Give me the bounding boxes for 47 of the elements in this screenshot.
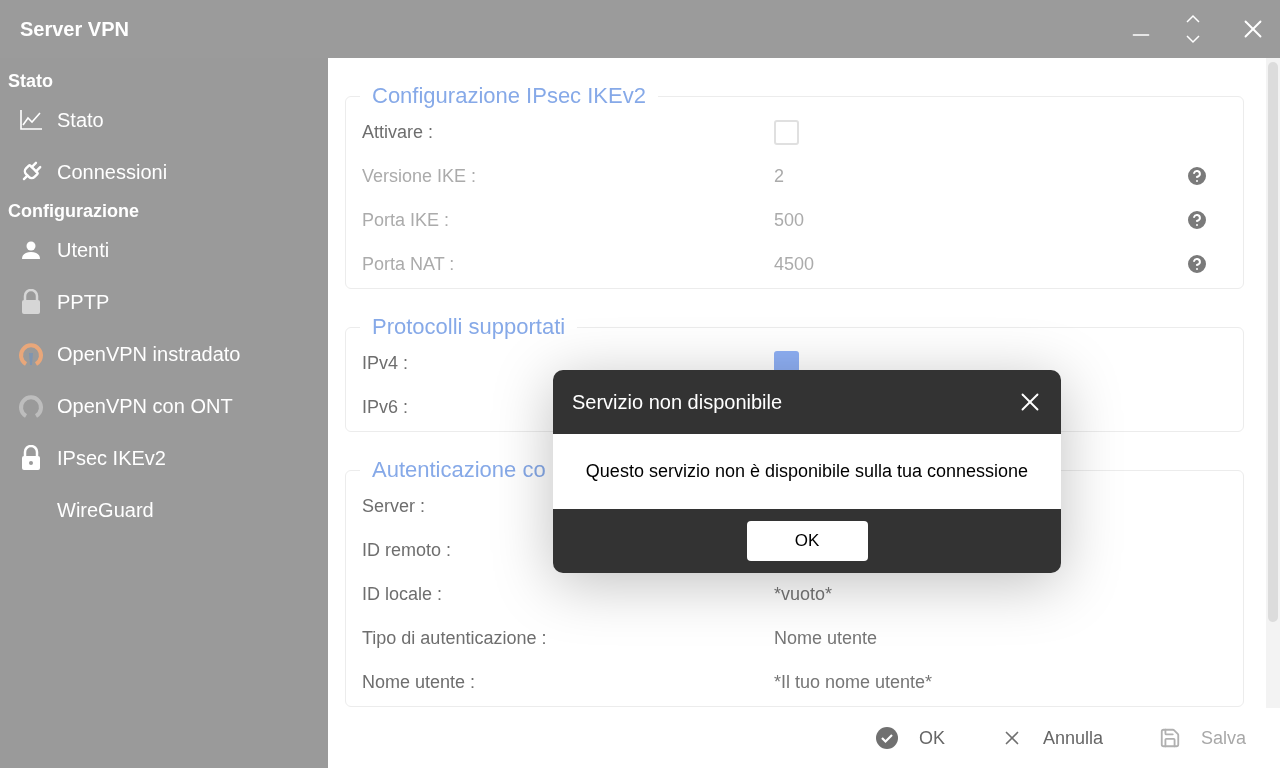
- dialog-title: Servizio non disponibile: [572, 390, 784, 415]
- window-title: Server VPN: [20, 17, 130, 42]
- field-value: *vuoto*: [774, 582, 833, 606]
- field-value: 2: [774, 164, 784, 188]
- user-icon: [21, 240, 41, 260]
- field-label: Attivare :: [362, 121, 434, 142]
- check-circle-icon: [874, 726, 899, 750]
- field-label: ID locale :: [362, 583, 443, 604]
- field-value: 500: [774, 208, 805, 232]
- sidebar-heading: Configurazione: [7, 200, 140, 223]
- field-value: *Il tuo nome utente*: [774, 670, 933, 694]
- ok-button[interactable]: OK: [746, 521, 868, 561]
- sidebar-heading: Stato: [7, 70, 54, 93]
- field-value: 4500: [774, 252, 815, 276]
- field-label: Server :: [362, 495, 426, 516]
- sidebar-item[interactable]: Connessioni: [0, 146, 328, 198]
- ring-icon: [18, 393, 44, 419]
- sidebar-item[interactable]: Utenti: [0, 224, 328, 276]
- field-label: IPv4 :: [362, 352, 409, 373]
- sidebar-item[interactable]: WireGuard: [0, 484, 328, 536]
- field-label: Nome utente :: [362, 671, 476, 692]
- field-label: Versione IKE :: [362, 165, 477, 186]
- field-value: Nome utente: [774, 626, 878, 650]
- field-label: IPv6 :: [362, 396, 409, 417]
- checkbox[interactable]: [774, 119, 799, 145]
- sidebar-item[interactable]: OpenVPN con ONT: [0, 380, 328, 432]
- lock-icon: [20, 445, 42, 471]
- chart-icon: [19, 109, 43, 131]
- lock-icon: [20, 289, 42, 315]
- group-title: Autenticazione co: [371, 456, 547, 484]
- footer-button[interactable]: Annulla: [1000, 724, 1103, 752]
- group-title: Protocolli supportati: [371, 313, 567, 341]
- sidebar-item[interactable]: IPsec IKEv2: [0, 432, 328, 484]
- footer-button[interactable]: OK: [874, 724, 945, 752]
- sidebar-item[interactable]: Stato: [0, 94, 328, 146]
- dialog-message: Questo servizio non è disponibile sulla tua connessione: [585, 460, 1029, 483]
- ring-icon: [18, 341, 44, 367]
- field-label: Porta NAT :: [362, 253, 455, 274]
- field-label: Tipo di autenticazione :: [362, 627, 547, 648]
- expand-icon[interactable]: [1184, 14, 1202, 44]
- sidebar-item[interactable]: PPTP: [0, 276, 328, 328]
- field-label: ID remoto :: [362, 539, 452, 560]
- group-title: Configurazione IPsec IKEv2: [371, 82, 647, 110]
- sidebar-item[interactable]: OpenVPN instradato: [0, 328, 328, 380]
- scrollbar[interactable]: [1266, 58, 1280, 708]
- save-icon: [1158, 727, 1181, 749]
- field-label: Porta IKE :: [362, 209, 450, 230]
